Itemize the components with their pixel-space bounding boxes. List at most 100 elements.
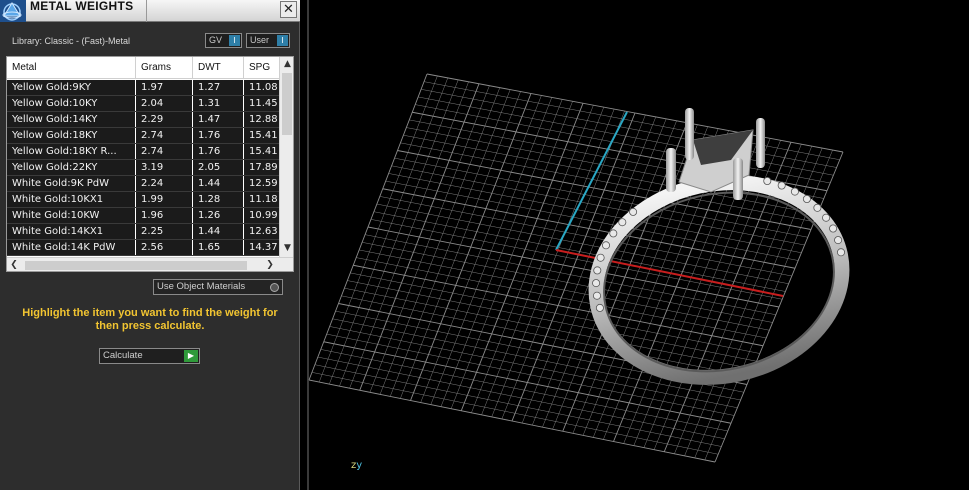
pave-stone — [837, 248, 846, 257]
pave-stone — [593, 266, 602, 275]
3d-viewport[interactable]: zy — [301, 0, 969, 490]
calculate-button[interactable]: Calculate ▶ — [99, 348, 200, 364]
dwt-cell: 1.76 — [193, 144, 244, 159]
pave-stone — [834, 236, 843, 245]
spg-cell: 14.37 — [249, 242, 278, 253]
toggle-knob-icon: I — [277, 35, 288, 46]
pave-stone — [822, 213, 831, 222]
metal-weights-panel: METAL WEIGHTS ✕ Library: Classic - (Fast… — [0, 0, 300, 490]
dwt-cell: 1.44 — [193, 176, 244, 191]
grid-line-horizontal — [311, 372, 719, 455]
prong — [666, 148, 676, 192]
dwt-cell: 1.76 — [193, 128, 244, 143]
panel-titlebar[interactable]: METAL WEIGHTS ✕ — [0, 0, 300, 22]
pave-stone — [790, 187, 799, 196]
table-row[interactable]: White Gold:9K PdW 2.24 1.44 12.59 — [7, 176, 279, 192]
metal-name-cell: White Gold:14K PdW — [7, 240, 136, 255]
grams-cell: 2.24 — [136, 176, 193, 191]
prong — [756, 118, 765, 168]
toggle-knob-icon: I — [229, 35, 240, 46]
dwt-cell: 1.31 — [193, 96, 244, 111]
dwt-cell: 1.27 — [193, 80, 244, 95]
calculate-label: Calculate — [103, 350, 143, 361]
grams-cell: 2.25 — [136, 224, 193, 239]
instructions-text: Highlight the item you want to find the … — [22, 307, 278, 332]
user-toggle-label: User — [250, 35, 270, 45]
spg-cell: 11.08 — [249, 82, 278, 93]
pave-stone — [829, 224, 838, 233]
pave-stone — [596, 253, 605, 262]
play-arrow-icon[interactable]: ▶ — [184, 350, 198, 362]
table-row[interactable]: White Gold:14KX1 2.25 1.44 12.63 — [7, 224, 279, 240]
spg-cell: 12.63 — [249, 226, 278, 237]
grams-cell: 3.19 — [136, 160, 193, 175]
pave-stone — [813, 203, 822, 212]
dwt-cell: 1.47 — [193, 112, 244, 127]
column-header-metal[interactable]: Metal — [7, 57, 136, 79]
table-row[interactable]: Yellow Gold:18KY 2.74 1.76 15.41 — [7, 128, 279, 144]
spg-cell: 11.45 — [249, 98, 278, 109]
spg-cell: 10.99 — [249, 210, 278, 221]
metal-name-cell: Yellow Gold:14KY — [7, 112, 136, 127]
ring-band-outer — [588, 175, 850, 385]
library-label: Library: Classic - (Fast)-Metal — [12, 36, 131, 46]
metal-name-cell: Yellow Gold:18KY R... — [7, 144, 136, 159]
close-button[interactable]: ✕ — [280, 1, 297, 18]
title-separator — [146, 0, 147, 22]
pave-stone — [777, 181, 786, 190]
metal-name-cell: Yellow Gold:9KY — [7, 80, 136, 95]
scroll-up-icon[interactable]: ▲ — [280, 57, 293, 71]
dwt-cell: 1.44 — [193, 224, 244, 239]
pave-stone — [601, 241, 610, 250]
horizontal-scrollbar[interactable]: ❮ ❯ — [7, 257, 293, 271]
prong — [733, 158, 743, 200]
column-header-spg[interactable]: SPG — [244, 57, 280, 79]
use-object-materials-label: Use Object Materials — [157, 281, 246, 292]
scroll-left-icon[interactable]: ❮ — [7, 258, 21, 271]
pave-stone — [592, 279, 601, 288]
metal-name-cell: Yellow Gold:18KY — [7, 128, 136, 143]
vertical-scroll-thumb[interactable] — [282, 73, 292, 135]
pave-stone — [618, 218, 627, 227]
table-row[interactable]: White Gold:10KW 1.96 1.26 10.99 — [7, 208, 279, 224]
scroll-right-icon[interactable]: ❯ — [263, 258, 277, 271]
metal-weights-table: Metal Grams DWT SPG Yellow Gold:9KY 1.97 1… — [6, 56, 294, 272]
metal-name-cell: White Gold:10KX1 — [7, 192, 136, 207]
grams-cell: 2.56 — [136, 240, 193, 255]
spg-cell: 12.59 — [249, 178, 278, 189]
pave-stone — [763, 176, 772, 185]
grams-cell: 2.04 — [136, 96, 193, 111]
pave-stone — [629, 207, 638, 216]
vertical-scrollbar[interactable]: ▲ ▼ — [279, 57, 293, 257]
axis-indicator: zy — [351, 460, 362, 471]
table-row[interactable]: Yellow Gold:10KY 2.04 1.31 11.45 — [7, 96, 279, 112]
table-row[interactable]: White Gold:14K PdW 2.56 1.65 14.37 — [7, 240, 279, 256]
metal-name-cell: White Gold:14KX1 — [7, 224, 136, 239]
dwt-cell: 1.26 — [193, 208, 244, 223]
use-object-materials-option[interactable]: Use Object Materials — [153, 279, 283, 295]
table-row[interactable]: Yellow Gold:14KY 2.29 1.47 12.88 — [7, 112, 279, 128]
column-header-grams[interactable]: Grams — [136, 57, 193, 79]
radio-icon[interactable] — [270, 283, 279, 292]
dwt-cell: 1.28 — [193, 192, 244, 207]
axis-y-label: y — [356, 460, 363, 471]
metal-name-cell: White Gold:9K PdW — [7, 176, 136, 191]
gv-toggle[interactable]: GV I — [205, 33, 242, 48]
user-toggle[interactable]: User I — [246, 33, 290, 48]
table-row[interactable]: Yellow Gold:22KY 3.19 2.05 17.89 — [7, 160, 279, 176]
column-header-dwt[interactable]: DWT — [193, 57, 244, 79]
spg-cell: 11.18 — [249, 194, 278, 205]
metal-name-cell: Yellow Gold:10KY — [7, 96, 136, 111]
metal-name-cell: Yellow Gold:22KY — [7, 160, 136, 175]
pave-stone — [609, 229, 618, 238]
horizontal-scroll-thumb[interactable] — [25, 261, 247, 270]
table-row[interactable]: Yellow Gold:18KY R... 2.74 1.76 15.41 — [7, 144, 279, 160]
table-row[interactable]: White Gold:10KX1 1.99 1.28 11.18 — [7, 192, 279, 208]
table-body: Yellow Gold:9KY 1.97 1.27 11.08 Yellow Gold:… — [7, 80, 279, 256]
table-row[interactable]: Yellow Gold:9KY 1.97 1.27 11.08 — [7, 80, 279, 96]
pave-stone — [592, 291, 601, 300]
grams-cell: 2.74 — [136, 128, 193, 143]
dwt-cell: 1.65 — [193, 240, 244, 255]
scroll-down-icon[interactable]: ▼ — [280, 241, 293, 255]
spg-cell: 17.89 — [249, 162, 278, 173]
